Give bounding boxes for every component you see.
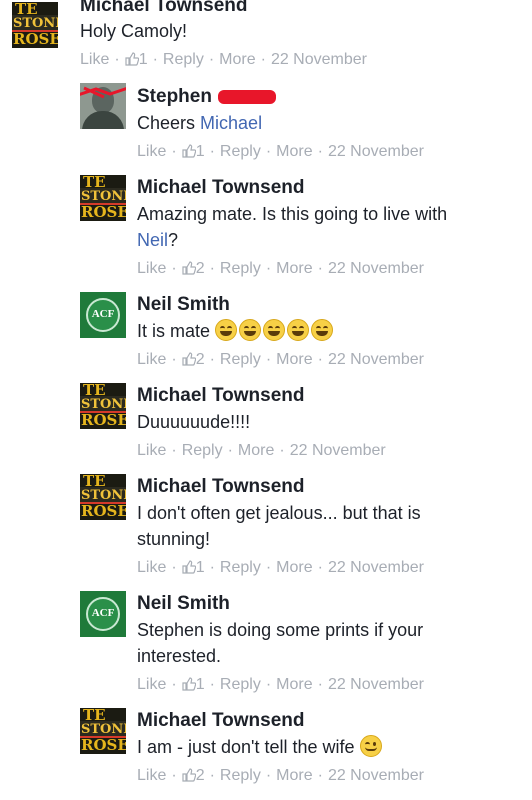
comment-actions: Like · 1 · Reply · More · 22 November: [80, 51, 367, 69]
comment-text: It is mate: [137, 318, 335, 344]
redaction-mark: [218, 90, 276, 104]
reply-link[interactable]: Reply: [220, 351, 261, 368]
comment-text: Duuuuuude!!!!: [137, 412, 251, 432]
like-count[interactable]: 1: [196, 559, 205, 576]
grinning-face-icon: [287, 319, 310, 341]
comment-date[interactable]: 22 November: [328, 143, 424, 160]
reply-link[interactable]: Reply: [220, 676, 261, 693]
mention-link[interactable]: Michael: [200, 113, 262, 133]
reply-link[interactable]: Reply: [220, 260, 261, 277]
like-link[interactable]: Like: [137, 442, 166, 459]
thumbs-up-icon: [182, 144, 196, 158]
like-link[interactable]: Like: [137, 260, 166, 277]
like-link[interactable]: Like: [137, 676, 166, 693]
reply-link[interactable]: Reply: [220, 559, 261, 576]
comment-actions: Like · 2 · Reply · More · 22 November: [137, 260, 424, 277]
reply-link[interactable]: Reply: [220, 143, 261, 160]
more-link[interactable]: More: [276, 559, 312, 576]
comment-date[interactable]: 22 November: [328, 351, 424, 368]
comment-text: Cheers Michael: [137, 113, 263, 133]
avatar[interactable]: ACF: [80, 292, 126, 338]
comment-date[interactable]: 22 November: [271, 51, 367, 68]
like-count[interactable]: 1: [139, 51, 148, 68]
comment-actions: Like · 1 · Reply · More · 22 November: [137, 559, 424, 576]
grinning-face-icon: [311, 319, 334, 341]
like-link[interactable]: Like: [80, 51, 109, 69]
thumbs-up-icon: [182, 261, 196, 275]
grinning-face-icon: [263, 319, 286, 341]
more-link[interactable]: More: [276, 143, 312, 160]
avatar[interactable]: [80, 83, 126, 129]
reply-link[interactable]: Reply: [182, 442, 223, 459]
comment-actions: Like · 2 · Reply · More · 22 November: [137, 767, 424, 784]
more-link[interactable]: More: [238, 442, 274, 459]
thumbs-up-icon: [125, 52, 139, 66]
author-name[interactable]: Michael Townsend: [137, 710, 305, 732]
comment-text: I am - just don't tell the wife: [137, 734, 384, 760]
comment-actions: Like · 1 · Reply · More · 22 November: [137, 143, 424, 160]
comment-date[interactable]: 22 November: [328, 559, 424, 576]
comment-text: Holy Camoly!: [80, 21, 188, 41]
emoji-group: [215, 319, 335, 341]
comment-text: Stephen is doing some prints if your: [137, 620, 424, 640]
comment-text: Amazing mate. Is this going to live with: [137, 204, 448, 224]
grinning-face-icon: [215, 319, 238, 341]
avatar[interactable]: TESTONEROSES: [80, 708, 126, 754]
thumbs-up-icon: [182, 768, 196, 782]
grinning-face-icon: [239, 319, 262, 341]
more-link[interactable]: More: [219, 51, 255, 68]
thumbs-up-icon: [182, 560, 196, 574]
author-name[interactable]: Michael Townsend: [137, 385, 305, 407]
like-link[interactable]: Like: [137, 351, 166, 368]
author-name[interactable]: Neil Smith: [137, 294, 230, 316]
comment-text-line2: Neil?: [137, 230, 179, 250]
reply-link[interactable]: Reply: [163, 51, 204, 68]
thumbs-up-icon: [182, 677, 196, 691]
avatar[interactable]: TESTONEROSES: [80, 383, 126, 429]
comment-text-line2: interested.: [137, 646, 222, 666]
like-link[interactable]: Like: [137, 143, 166, 160]
comment-date[interactable]: 22 November: [290, 442, 386, 459]
reply-link[interactable]: Reply: [220, 767, 261, 784]
comment-date[interactable]: 22 November: [328, 676, 424, 693]
winking-face-icon: [359, 735, 382, 757]
like-count[interactable]: 2: [196, 260, 205, 277]
comment-actions: Like · 2 · Reply · More · 22 November: [137, 351, 424, 368]
scribble-mark: [80, 86, 126, 99]
comment-text: I don't often get jealous... but that is: [137, 503, 421, 523]
comment-actions: Like · Reply · More · 22 November: [137, 442, 386, 459]
author-name[interactable]: Michael Townsend: [137, 476, 305, 498]
avatar[interactable]: ACF: [80, 591, 126, 637]
comment-text-line2: stunning!: [137, 529, 211, 549]
author-name[interactable]: Michael Townsend: [137, 177, 305, 199]
author-name[interactable]: Neil Smith: [137, 593, 230, 615]
author-name[interactable]: Michael Townsend: [80, 0, 248, 17]
more-link[interactable]: More: [276, 676, 312, 693]
avatar[interactable]: TESTONEROSES: [80, 175, 126, 221]
avatar[interactable]: TESTONEROSES: [80, 474, 126, 520]
comment-actions: Like · 1 · Reply · More · 22 November: [137, 676, 424, 693]
more-link[interactable]: More: [276, 351, 312, 368]
like-count[interactable]: 2: [196, 351, 205, 368]
avatar[interactable]: TESTONEROSES: [12, 2, 58, 48]
like-link[interactable]: Like: [137, 767, 166, 784]
like-count[interactable]: 1: [196, 676, 205, 693]
like-link[interactable]: Like: [137, 559, 166, 576]
comment-date[interactable]: 22 November: [328, 767, 424, 784]
more-link[interactable]: More: [276, 260, 312, 277]
thumbs-up-icon: [182, 352, 196, 366]
author-name[interactable]: Stephen: [137, 86, 212, 108]
more-link[interactable]: More: [276, 767, 312, 784]
comment-date[interactable]: 22 November: [328, 260, 424, 277]
like-count[interactable]: 1: [196, 143, 205, 160]
mention-link[interactable]: Neil: [137, 230, 168, 250]
like-count[interactable]: 2: [196, 767, 205, 784]
